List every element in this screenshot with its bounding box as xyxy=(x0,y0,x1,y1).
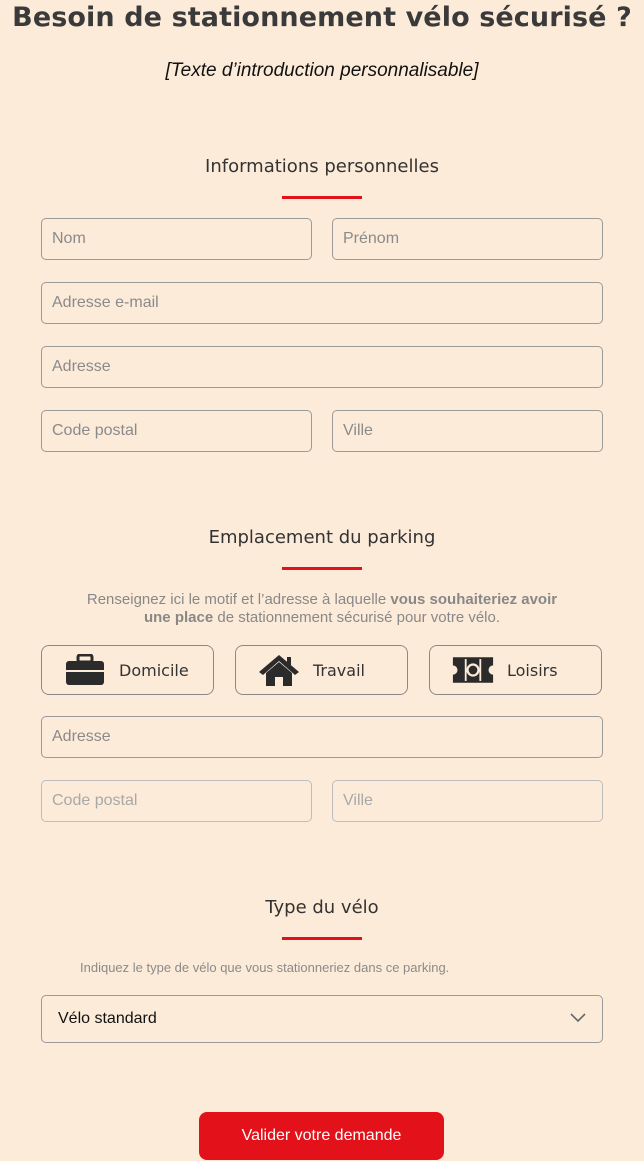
house-icon xyxy=(258,653,300,687)
first-name-field[interactable] xyxy=(332,218,603,260)
last-name-field[interactable] xyxy=(41,218,312,260)
chevron-down-icon xyxy=(570,1010,586,1028)
choice-label: Loisirs xyxy=(507,660,558,680)
briefcase-icon xyxy=(64,653,106,687)
intro-text: [Texte d’introduction personnalisable] xyxy=(165,60,479,81)
postal-code-field[interactable] xyxy=(41,410,312,452)
ticket-icon xyxy=(452,653,494,687)
submit-button[interactable]: Valider votre demande xyxy=(199,1112,444,1160)
address-field[interactable] xyxy=(41,346,603,388)
choice-loisirs[interactable]: Loisirs xyxy=(429,645,602,695)
bike-type-select[interactable]: Vélo standard xyxy=(41,995,603,1043)
bike-section-title: Type du vélo xyxy=(265,897,379,918)
choice-label: Domicile xyxy=(119,660,189,680)
parking-desc-text: Renseignez ici le motif et l’adresse à l… xyxy=(86,591,391,608)
personal-section-title: Informations personnelles xyxy=(205,156,439,177)
parking-postal-code-field[interactable] xyxy=(41,780,312,822)
parking-address-field[interactable] xyxy=(41,716,603,758)
section-divider xyxy=(282,567,362,570)
email-field[interactable] xyxy=(41,282,603,324)
city-field[interactable] xyxy=(332,410,603,452)
parking-section-title: Emplacement du parking xyxy=(208,527,436,548)
section-divider xyxy=(282,937,362,940)
choice-label: Travail xyxy=(313,660,365,680)
section-divider xyxy=(282,196,362,199)
parking-city-field[interactable] xyxy=(332,780,603,822)
parking-description: Renseignez ici le motif et l’adresse à l… xyxy=(82,591,562,627)
bike-type-value: Vélo standard xyxy=(58,1010,157,1027)
choice-domicile[interactable]: Domicile xyxy=(41,645,214,695)
page-title: Besoin de stationnement vélo sécurisé ? xyxy=(12,2,632,33)
bike-description: Indiquez le type de vélo que vous statio… xyxy=(80,960,450,975)
choice-travail[interactable]: Travail xyxy=(235,645,408,695)
parking-desc-text-end: de stationnement sécurisé pour votre vél… xyxy=(213,609,501,626)
